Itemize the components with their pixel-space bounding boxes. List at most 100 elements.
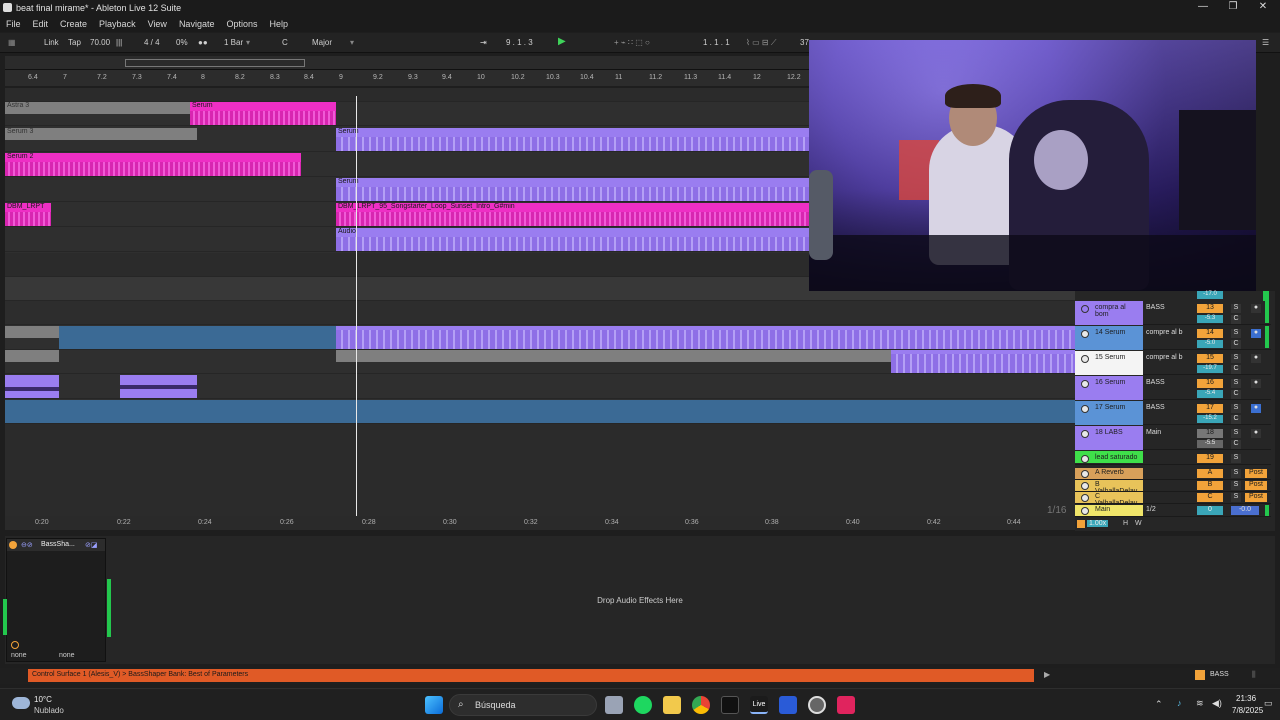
track-output[interactable]: BASS [1146,304,1192,314]
mixer-track[interactable]: 17 Serum BASS 17 -15.2 S ● C [1075,401,1271,425]
minimize-icon[interactable]: — [1188,1,1218,15]
main-track[interactable]: Main 1/2 0 -0.0 [1075,505,1271,517]
zoom-level[interactable]: 1/16 [1047,505,1066,516]
track-volume[interactable]: -5.0 [1197,340,1223,348]
solo-button[interactable]: S [1231,493,1241,502]
track-name[interactable]: 17 Serum [1075,401,1143,425]
follow-icon[interactable]: ⇥ [480,38,487,47]
track-arm-icon[interactable] [1081,330,1089,338]
track-name[interactable]: 14 Serum [1075,326,1143,350]
layout-icon[interactable]: ▦ [8,38,16,47]
solo-button[interactable]: S [1231,354,1241,363]
spotify-icon[interactable] [634,696,652,714]
arm-icon[interactable]: ● [1251,354,1261,363]
arm-icon[interactable]: ● [1251,304,1261,313]
return-activator[interactable]: C [1197,493,1223,502]
track-volume[interactable]: -15.2 [1197,415,1223,423]
menu-create[interactable]: Create [60,19,87,29]
track-lane[interactable] [5,350,1075,374]
track-output[interactable]: compre al b [1146,329,1192,339]
time-ruler[interactable]: 0:20 0:22 0:24 0:26 0:28 0:30 0:32 0:34 … [5,516,1075,530]
bassshaper-device[interactable]: ⊖⊘ BassSha... ⊘◪ none none [3,538,111,662]
loop-length-field[interactable]: 37 [800,38,809,47]
track-name[interactable]: 18 LABS [1075,426,1143,450]
track-arm-icon[interactable] [1081,305,1089,313]
track-arm-icon[interactable] [1081,494,1089,502]
arm-icon[interactable]: ● [1251,404,1261,413]
clip-blue[interactable] [59,326,336,349]
taskbar-search[interactable]: ⌕ Búsqueda [449,694,597,716]
clock-date[interactable]: 7/8/2025 [1232,706,1263,715]
arm-icon[interactable]: ● [1251,429,1261,438]
task-view-icon[interactable] [605,696,623,714]
track-arm-icon[interactable] [1081,507,1089,515]
menu-view[interactable]: View [148,19,167,29]
return-track[interactable]: C ValhallaDelay C S Post [1075,492,1271,507]
track-arm-icon[interactable] [1081,355,1089,363]
track-volume[interactable]: -5.5 [1197,440,1223,448]
song-position[interactable]: 9 . 1 . 3 [506,38,533,47]
menu-icon[interactable]: ☰ [1262,38,1269,47]
track-activator[interactable]: 15 [1197,354,1223,363]
track-output[interactable]: Main [1146,429,1192,439]
clip-purple[interactable] [120,375,197,398]
notifications-icon[interactable]: ▭ [1264,698,1273,709]
cue-button[interactable]: C [1231,415,1241,424]
track-arm-icon[interactable] [1081,470,1089,478]
track-arm-icon[interactable] [1081,482,1089,490]
menu-playback[interactable]: Playback [99,19,136,29]
track-name[interactable]: B ValhallaDelay [1075,480,1143,495]
track-name[interactable]: Main [1075,505,1143,516]
main-volume[interactable]: -0.0 [1231,506,1259,515]
arm-icon[interactable]: ● [1251,329,1261,338]
track-lane[interactable] [5,424,1075,530]
solo-button[interactable]: S [1231,481,1241,490]
loop-start-field[interactable]: 1 . 1 . 1 [703,38,730,47]
solo-button[interactable]: S [1231,429,1241,438]
windows-start-icon[interactable] [425,696,443,714]
solo-button[interactable]: S [1231,454,1241,463]
track-name[interactable]: C ValhallaDelay [1075,492,1143,507]
clip-grey[interactable] [336,350,891,362]
track-activator[interactable]: 17 [1197,404,1223,413]
track-output[interactable]: BASS [1146,379,1192,389]
tempo-field[interactable]: 70.00 [90,38,110,47]
quantize-select[interactable]: 1 Bar [224,38,243,47]
automation-icon[interactable] [1077,520,1085,528]
main-output[interactable]: 1/2 [1146,506,1192,516]
clip-grey[interactable] [5,326,59,338]
device-panel[interactable]: Drop Audio Effects Here [5,536,1275,664]
device-power-icon[interactable] [9,541,17,549]
main-activator[interactable]: 0 [1197,506,1223,515]
wifi-icon[interactable]: ≋ [1196,698,1204,709]
weather-cloud-icon[interactable] [12,697,30,709]
swing-field[interactable]: 0% [176,38,188,47]
track-activator[interactable]: 19 [1197,454,1223,463]
cue-button[interactable]: C [1231,340,1241,349]
solo-button[interactable]: S [1231,304,1241,313]
track-activator[interactable]: 18 [1197,429,1223,438]
cue-button[interactable]: C [1231,440,1241,449]
device-controls-icon[interactable]: ⊘◪ [85,541,97,549]
tiktok-icon[interactable] [837,696,855,714]
scale-select[interactable]: Major [312,38,332,47]
track-volume[interactable]: -5.4 [1197,390,1223,398]
cue-button[interactable]: C [1231,365,1241,374]
loop-icon[interactable]: ⌇ ▭ ⊟ ⟋ [746,38,776,48]
chevron-up-icon[interactable]: ⌃ [1155,699,1163,710]
clip-dbm[interactable]: DBM_LRPT [5,203,51,226]
track-activator[interactable]: 16 [1197,379,1223,388]
clock-time[interactable]: 21:36 [1236,694,1256,703]
close-icon[interactable]: ✕ [1248,1,1278,15]
track-name[interactable]: A Reverb [1075,468,1143,479]
solo-button[interactable]: S [1231,469,1241,478]
overdub-icon[interactable]: + ⌁ ∷ ⬚ ○ [614,38,650,47]
mixer-track[interactable]: compra al bom BASS 13 -5.3 S ● C [1075,301,1271,325]
app-icon[interactable] [779,696,797,714]
playhead[interactable] [356,96,357,530]
mixer-track[interactable]: 15 Serum compre al b 15 -19.7 S ● C [1075,351,1271,375]
clip-serum[interactable]: Serum [190,102,336,125]
clip-serum2[interactable]: Serum 2 [5,153,301,176]
track-lane[interactable] [5,326,1075,350]
track-arm-icon[interactable] [1081,455,1089,463]
